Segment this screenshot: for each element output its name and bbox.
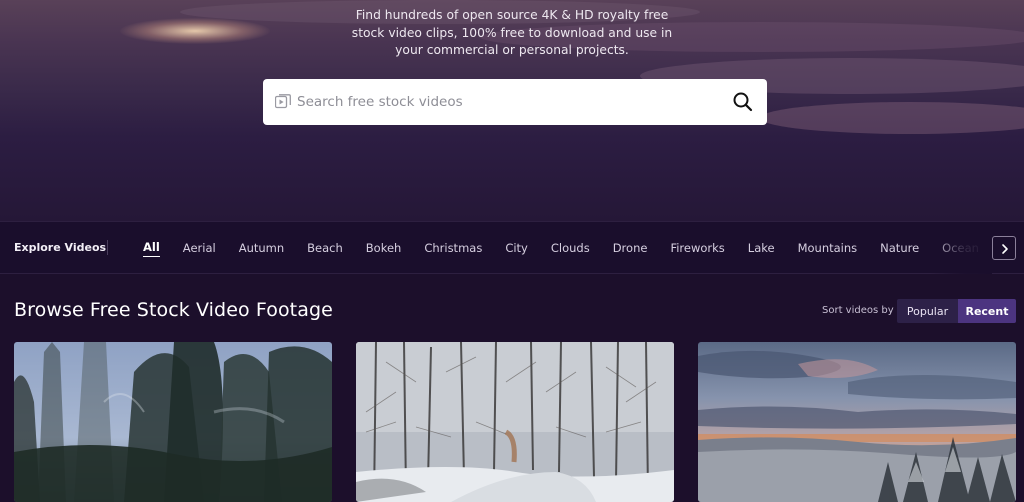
category-lake[interactable]: Lake — [748, 241, 775, 257]
category-autumn[interactable]: Autumn — [239, 241, 284, 257]
page-title: Browse Free Stock Video Footage — [14, 299, 333, 321]
search-button[interactable] — [729, 89, 757, 115]
sort-toggle: Popular Recent — [897, 299, 1016, 323]
category-bar: Explore Videos All Aerial Autumn Beach Bokeh… — [0, 221, 1024, 274]
hero-tagline-line: stock video clips, 100% free to download… — [351, 25, 673, 40]
category-city[interactable]: City — [505, 241, 528, 257]
hero-sun-glow — [120, 18, 270, 44]
video-thumbnail[interactable] — [14, 342, 332, 502]
search-input[interactable] — [297, 79, 717, 125]
video-thumbnail[interactable] — [698, 342, 1016, 502]
category-drone[interactable]: Drone — [613, 241, 648, 257]
snowy-forest-video-image — [356, 342, 674, 502]
hero-banner: Find hundreds of open source 4K & HD roy… — [0, 0, 1024, 221]
hero-tagline-line: your commercial or personal projects. — [395, 43, 629, 57]
explore-videos-label: Explore Videos — [14, 241, 107, 254]
hero-tagline-line: Find hundreds of open source 4K & HD roy… — [355, 8, 669, 22]
sort-label: Sort videos by — [822, 305, 894, 316]
hero-wave — [760, 102, 1024, 134]
category-nature[interactable]: Nature — [880, 241, 919, 257]
category-christmas[interactable]: Christmas — [424, 241, 482, 257]
sort-popular-button[interactable]: Popular — [897, 299, 958, 323]
category-bokeh[interactable]: Bokeh — [366, 241, 402, 257]
category-next-button[interactable] — [992, 236, 1016, 260]
category-all[interactable]: All — [143, 240, 160, 257]
category-list: All Aerial Autumn Beach Bokeh Christmas City Cl… — [134, 222, 990, 275]
category-fireworks[interactable]: Fireworks — [670, 241, 724, 257]
search-bar — [263, 79, 767, 125]
category-aerial[interactable]: Aerial — [183, 241, 216, 257]
chevron-right-icon — [1002, 244, 1008, 254]
category-scroller: All Aerial Autumn Beach Bokeh Christmas City Cl… — [134, 222, 990, 275]
category-clouds[interactable]: Clouds — [551, 241, 590, 257]
video-library-icon — [275, 94, 291, 109]
divider — [107, 240, 108, 255]
sort-recent-button[interactable]: Recent — [958, 299, 1016, 323]
category-beach[interactable]: Beach — [307, 241, 343, 257]
forest-video-image — [14, 342, 332, 502]
hero-tagline: Find hundreds of open source 4K & HD roy… — [312, 7, 712, 60]
video-thumbnail[interactable] — [356, 342, 674, 502]
category-ocean[interactable]: Ocean — [942, 241, 979, 257]
search-icon — [733, 92, 753, 112]
aerial-snow-sunset-video-image — [698, 342, 1016, 502]
category-mountains[interactable]: Mountains — [798, 241, 858, 257]
